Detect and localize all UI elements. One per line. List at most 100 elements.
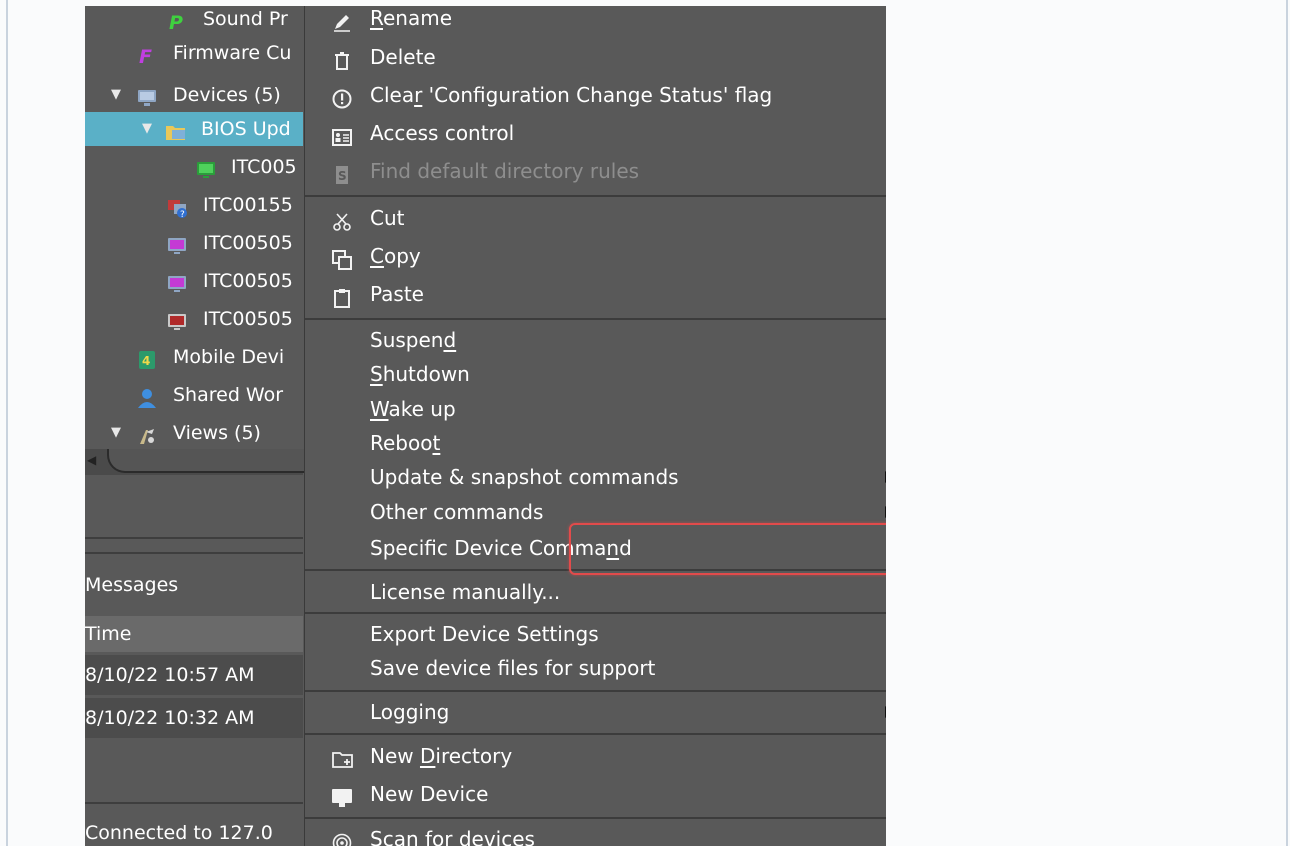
scrollbar-thumb[interactable] <box>107 449 307 473</box>
menu-item-license-manually[interactable]: License manually... <box>305 575 886 609</box>
svg-text:?: ? <box>180 210 185 218</box>
device-green-icon <box>196 157 216 178</box>
menu-label: Update & snapshot commands <box>370 465 679 489</box>
trash-icon <box>332 47 352 70</box>
menu-separator <box>305 733 886 735</box>
expand-arrow-icon[interactable]: ▼ <box>111 416 121 450</box>
menu-item-wake-up[interactable]: Wake up <box>305 392 886 426</box>
submenu-arrow-icon <box>885 506 886 518</box>
mnemonic-letter: d <box>443 328 457 352</box>
device-magenta-icon <box>167 233 187 254</box>
menu-item-reboot[interactable]: Reboot <box>305 426 886 460</box>
menu-item-new-device[interactable]: New Device <box>305 777 886 811</box>
tree-item-shared-workspace[interactable]: Shared Wor <box>85 378 303 412</box>
expand-arrow-icon[interactable]: ▼ <box>111 78 121 112</box>
views-icon <box>137 423 157 444</box>
menu-item-delete[interactable]: Delete <box>305 40 886 74</box>
messages-title: Messages <box>85 574 179 596</box>
submenu-arrow-icon <box>885 471 886 483</box>
tree-item-label: ITC00155 <box>203 194 293 216</box>
menu-item-suspend[interactable]: Suspend <box>305 323 886 357</box>
scroll-left-arrow-icon[interactable]: ◀ <box>87 453 96 467</box>
message-row[interactable]: 8/10/22 10:57 AM <box>85 655 303 695</box>
document-rules-icon: S <box>332 161 352 184</box>
tree-item-device[interactable]: ITC00505 <box>85 264 303 298</box>
menu-item-access-control[interactable]: Access control <box>305 116 886 150</box>
mnemonic-letter: S <box>370 362 383 386</box>
menu-item-clear-flag[interactable]: Clear 'Configuration Change Status' flag <box>305 78 886 112</box>
menu-label: Export Device Settings <box>370 622 599 646</box>
id-card-icon <box>332 123 352 146</box>
pane-divider <box>85 537 303 539</box>
menu-item-update-snapshot[interactable]: Update & snapshot commands <box>305 460 886 494</box>
menu-item-copy[interactable]: Copy <box>305 239 886 273</box>
menu-label: New Device <box>370 782 489 806</box>
menu-item-rename[interactable]: Rename <box>305 6 886 35</box>
menu-item-paste[interactable]: Paste <box>305 277 886 311</box>
tree-item-label: ITC00505 <box>203 232 293 254</box>
menu-label: Paste <box>370 282 424 306</box>
clipboard-icon <box>332 284 352 308</box>
messages-column-time[interactable]: Time <box>85 616 303 652</box>
tree-item-bios-update[interactable]: ▼ BIOS Upd <box>85 112 303 146</box>
tree-item-label: Firmware Cu <box>173 42 292 64</box>
menu-separator <box>305 612 886 614</box>
menu-label: Save device files for support <box>370 656 656 680</box>
pane-divider <box>85 552 303 554</box>
tree-item-mobile-devices[interactable]: 4 Mobile Devi <box>85 340 303 374</box>
right-frame-border <box>1286 0 1288 846</box>
device-unknown-icon: ? <box>167 195 187 220</box>
mnemonic-letter: C <box>370 244 384 268</box>
menu-item-cut[interactable]: Cut <box>305 201 886 235</box>
status-divider <box>85 802 303 804</box>
new-folder-icon <box>332 746 353 768</box>
copy-icon <box>332 246 352 270</box>
tree-item-device[interactable]: ITC005 <box>85 150 303 184</box>
expand-arrow-icon[interactable]: ▼ <box>142 112 152 146</box>
menu-item-save-device-files[interactable]: Save device files for support <box>305 651 886 685</box>
mobile-device-icon: 4 <box>137 347 157 369</box>
menu-item-logging[interactable]: Logging <box>305 695 886 729</box>
app-window: P Sound Pr F Firmware Cu ▼ Devices (5) ▼… <box>85 6 886 846</box>
tree-item-views[interactable]: ▼ Views (5) <box>85 416 303 450</box>
tree-item-device[interactable]: ? ITC00155 <box>85 188 303 222</box>
menu-item-find-rules: S Find default directory rules <box>305 154 886 188</box>
menu-label: Cut <box>370 206 405 230</box>
tree-item-label: ITC00505 <box>203 308 293 330</box>
menu-item-scan-devices[interactable]: Scan for devices <box>305 822 886 846</box>
tree-item-label: BIOS Upd <box>201 118 291 140</box>
menu-label: irectory <box>435 744 513 768</box>
menu-separator <box>305 318 886 320</box>
menu-label: Other commands <box>370 500 544 524</box>
device-magenta-icon <box>167 271 187 292</box>
svg-text:S: S <box>338 169 347 183</box>
left-frame-border <box>6 0 8 846</box>
message-row[interactable]: 8/10/22 10:32 AM <box>85 698 303 738</box>
menu-separator <box>305 195 886 197</box>
folder-icon <box>165 119 185 140</box>
tree-item-label: Views (5) <box>173 422 261 444</box>
menu-label: 'Configuration Change Status' flag <box>422 83 773 107</box>
radar-scan-icon <box>332 829 352 846</box>
svg-text:P: P <box>169 12 183 32</box>
menu-label: Logging <box>370 700 450 724</box>
horizontal-scrollbar[interactable]: ◀ <box>85 449 307 475</box>
tree-item-device[interactable]: ITC00505 <box>85 302 303 336</box>
menu-label: hutdown <box>382 362 470 386</box>
menu-label: opy <box>383 244 421 268</box>
context-menu: Rename Delete Clear 'Configuration Chang… <box>304 6 886 846</box>
scissors-icon <box>332 208 352 231</box>
sound-profile-icon: P <box>167 9 187 34</box>
tree-item-devices[interactable]: ▼ Devices (5) <box>85 78 303 112</box>
tree-item-sound-profile[interactable]: P Sound Pr <box>85 6 303 36</box>
device-red-icon <box>167 309 187 330</box>
navigation-pane: P Sound Pr F Firmware Cu ▼ Devices (5) ▼… <box>85 6 307 846</box>
tree-item-device[interactable]: ITC00505 <box>85 226 303 260</box>
menu-label: Reboo <box>370 431 433 455</box>
menu-label: New <box>370 744 420 768</box>
mnemonic-letter: D <box>419 744 436 768</box>
tree-item-firmware[interactable]: F Firmware Cu <box>85 36 303 70</box>
menu-item-new-directory[interactable]: New Directory <box>305 739 886 773</box>
menu-item-shutdown[interactable]: Shutdown <box>305 357 886 391</box>
menu-item-export-settings[interactable]: Export Device Settings <box>305 617 886 651</box>
